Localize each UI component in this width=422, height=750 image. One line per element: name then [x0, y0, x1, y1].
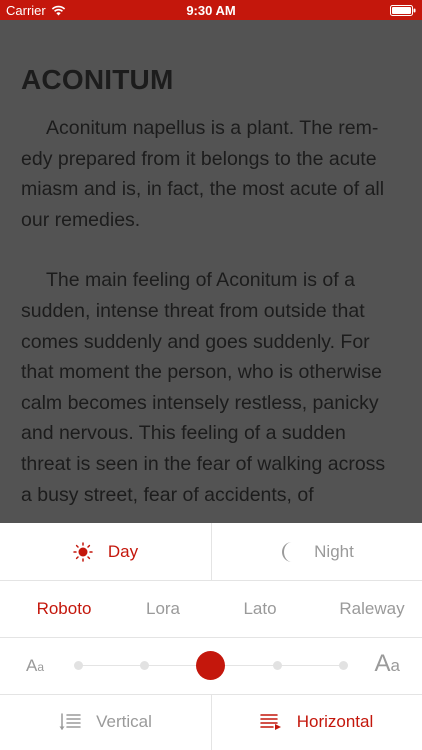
article-paragraph: Aconitum napellus is a plant. The rem-ed…: [21, 117, 385, 231]
sun-icon: [73, 541, 93, 562]
article-content: ACONITUM Aconitum napellus is a plant. T…: [21, 20, 401, 510]
vertical-scroll-icon: [59, 713, 81, 731]
reader-area[interactable]: ACONITUM Aconitum napellus is a plant. T…: [0, 20, 422, 523]
increase-text-size-icon[interactable]: Aa: [375, 650, 400, 678]
decrease-text-size-icon[interactable]: Aa: [26, 656, 44, 676]
font-option-roboto[interactable]: Roboto: [0, 599, 128, 619]
text-size-row: Aa Aa: [0, 637, 422, 695]
text-size-slider-knob[interactable]: [196, 651, 225, 680]
text-size-step[interactable]: [273, 661, 282, 670]
font-option-raleway[interactable]: Raleway: [322, 599, 422, 619]
text-size-step[interactable]: [339, 661, 348, 670]
text-size-step[interactable]: [140, 661, 149, 670]
battery-icon: [390, 5, 416, 16]
theme-row: Day Night: [0, 523, 422, 581]
article-paragraph: The main feeling of Aconitum is of a sud…: [21, 269, 386, 506]
day-label: Day: [107, 541, 139, 561]
moon-icon: [279, 541, 299, 563]
horizontal-mode-button[interactable]: Horizontal: [211, 694, 422, 750]
night-label: Night: [314, 541, 354, 561]
day-theme-button[interactable]: Day: [0, 523, 212, 580]
vertical-mode-button[interactable]: Vertical: [0, 694, 212, 750]
font-row: Roboto Lora Lato Raleway: [0, 580, 422, 638]
font-option-lora[interactable]: Lora: [128, 599, 198, 619]
night-theme-button[interactable]: Night: [211, 523, 422, 580]
article-title: ACONITUM: [21, 64, 174, 95]
reading-settings-panel: Day Night Roboto Lora Lato Raleway Aa Aa: [0, 523, 422, 750]
font-option-lato[interactable]: Lato: [198, 599, 322, 619]
font-selector: Roboto Lora Lato Raleway: [0, 580, 422, 637]
text-size-step[interactable]: [74, 661, 83, 670]
status-bar: Carrier 9:30 AM: [0, 0, 422, 20]
scroll-mode-row: Vertical Horizontal: [0, 694, 422, 750]
horizontal-label: Horizontal: [296, 712, 374, 731]
status-time: 9:30 AM: [186, 3, 236, 18]
horizontal-scroll-icon: [259, 713, 282, 731]
vertical-label: Vertical: [96, 712, 152, 731]
